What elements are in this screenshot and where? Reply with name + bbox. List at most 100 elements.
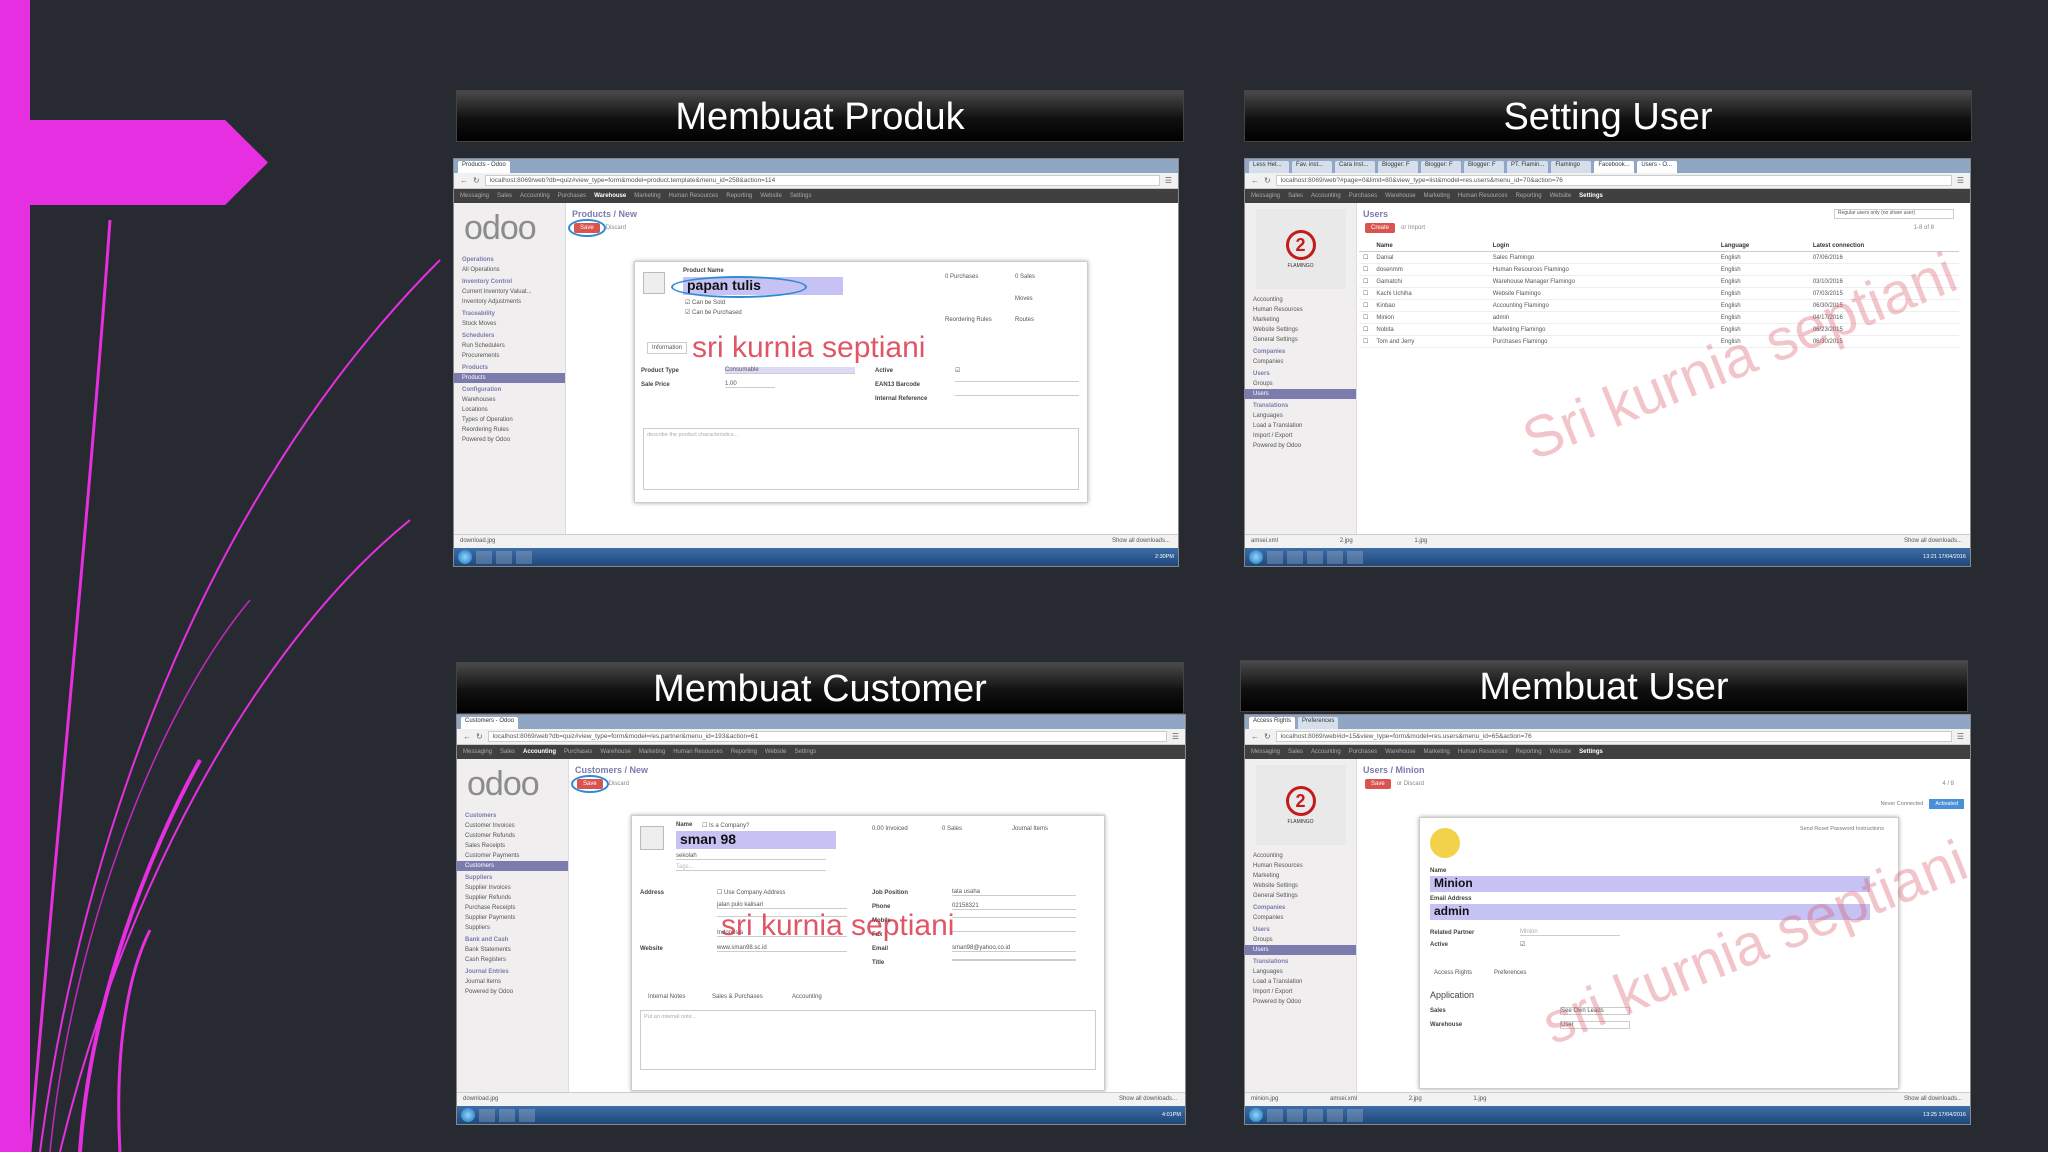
menu-item[interactable]: Accounting bbox=[523, 749, 556, 755]
search-input[interactable]: Regular users only (no share user) bbox=[1834, 209, 1954, 219]
send-reset-password-button[interactable]: Send Reset Password Instructions bbox=[1800, 826, 1884, 832]
menu-item[interactable]: Marketing bbox=[1424, 749, 1450, 755]
related-partner-field[interactable]: Minion bbox=[1520, 929, 1620, 936]
ie-icon[interactable] bbox=[1267, 550, 1283, 564]
browser-tab[interactable]: Fav. inst... bbox=[1292, 161, 1332, 173]
start-button-icon[interactable] bbox=[458, 550, 472, 564]
sidebar-item[interactable]: Powered by Odoo bbox=[457, 987, 568, 997]
download-item[interactable]: 2.jpg bbox=[1340, 538, 1353, 544]
menu-item[interactable]: Marketing bbox=[1424, 193, 1450, 199]
chrome-icon[interactable] bbox=[1327, 550, 1343, 564]
sidebar-item[interactable]: Website Settings bbox=[1245, 325, 1356, 335]
job-position-field[interactable]: tata usaha bbox=[952, 889, 1076, 896]
camera-icon[interactable] bbox=[643, 272, 665, 294]
menu-item[interactable]: Purchases bbox=[1349, 749, 1377, 755]
menu-item[interactable]: Human Resources bbox=[1458, 193, 1508, 199]
download-item[interactable]: download.jpg bbox=[463, 1096, 498, 1102]
download-item[interactable]: amsei.xml bbox=[1330, 1096, 1357, 1102]
sidebar-item[interactable]: Current Inventory Valuat... bbox=[454, 287, 565, 297]
sidebar-item[interactable]: Companies bbox=[1245, 913, 1356, 923]
tab-accounting[interactable]: Accounting bbox=[792, 994, 822, 1000]
sidebar-item[interactable]: Customer Refunds bbox=[457, 831, 568, 841]
taskbar-button[interactable] bbox=[499, 1108, 515, 1122]
breadcrumb[interactable]: Users / Minion bbox=[1359, 759, 1970, 777]
menu-item[interactable]: Purchases bbox=[1349, 193, 1377, 199]
active-checkbox[interactable]: ☑ bbox=[955, 367, 960, 374]
menu-item[interactable]: Website bbox=[760, 193, 782, 199]
url-field[interactable]: localhost:8069/web?#page=0&limit=80&view… bbox=[1275, 175, 1952, 186]
download-item[interactable]: amsei.xml bbox=[1251, 538, 1278, 544]
start-button-icon[interactable] bbox=[1249, 550, 1263, 564]
sidebar-item[interactable]: Groups bbox=[1245, 935, 1356, 945]
street-field[interactable]: jalan pulo kalisari bbox=[717, 902, 847, 909]
sidebar-item[interactable]: Purchase Receipts bbox=[457, 903, 568, 913]
row-checkbox[interactable]: ☐ bbox=[1359, 311, 1373, 324]
sidebar-item[interactable]: Import / Export bbox=[1245, 431, 1356, 441]
row-checkbox[interactable]: ☐ bbox=[1359, 275, 1373, 288]
sidebar-item[interactable]: Journal Items bbox=[457, 977, 568, 987]
tab-information[interactable]: Information bbox=[647, 342, 688, 354]
start-button-icon[interactable] bbox=[1249, 1108, 1263, 1122]
save-button[interactable]: Save bbox=[571, 775, 609, 793]
fax-field[interactable] bbox=[952, 931, 1076, 932]
phone-field[interactable]: 02158321 bbox=[952, 903, 1076, 910]
sidebar-item[interactable]: Customers bbox=[457, 861, 568, 871]
media-icon[interactable] bbox=[1307, 1108, 1323, 1122]
menu-item[interactable]: Marketing bbox=[639, 749, 665, 755]
reload-icon[interactable]: ↻ bbox=[476, 732, 483, 741]
sidebar-item[interactable]: Marketing bbox=[1245, 315, 1356, 325]
camera-icon[interactable] bbox=[640, 826, 664, 850]
show-downloads-link[interactable]: Show all downloads... bbox=[1112, 538, 1170, 544]
row-checkbox[interactable]: ☐ bbox=[1359, 335, 1373, 348]
sidebar-item[interactable]: Languages bbox=[1245, 411, 1356, 421]
sidebar-item[interactable]: Load a Translation bbox=[1245, 421, 1356, 431]
can-be-sold-checkbox[interactable]: ☑ Can be Sold bbox=[685, 299, 725, 306]
sidebar-item[interactable]: Powered by Odoo bbox=[454, 435, 565, 445]
menu-item[interactable]: Website bbox=[765, 749, 787, 755]
menu-item[interactable]: Human Resources bbox=[669, 193, 719, 199]
row-checkbox[interactable]: ☐ bbox=[1359, 251, 1373, 264]
back-icon[interactable]: ← bbox=[1251, 176, 1259, 185]
minion-avatar[interactable] bbox=[1430, 828, 1460, 858]
internal-reference-field[interactable] bbox=[955, 395, 1079, 396]
sidebar-item[interactable]: Powered by Odoo bbox=[1245, 441, 1356, 451]
menu-item[interactable]: Messaging bbox=[460, 193, 489, 199]
ean-barcode-field[interactable] bbox=[955, 381, 1079, 382]
download-item[interactable]: 1.jpg bbox=[1473, 1096, 1486, 1102]
browser-tab[interactable]: Preferences bbox=[1298, 717, 1339, 729]
product-type-select[interactable]: Consumable bbox=[725, 367, 855, 374]
sidebar-item[interactable]: Customer Payments bbox=[457, 851, 568, 861]
active-checkbox[interactable]: ☑ bbox=[1520, 941, 1525, 948]
sidebar-item[interactable]: Warehouses bbox=[454, 395, 565, 405]
sidebar-item[interactable]: Reordering Rules bbox=[454, 425, 565, 435]
sidebar-item[interactable]: Procurements bbox=[454, 351, 565, 361]
menu-item[interactable]: Warehouse bbox=[1385, 193, 1415, 199]
menu-icon[interactable]: ☰ bbox=[1172, 732, 1179, 741]
reload-icon[interactable]: ↻ bbox=[473, 176, 480, 185]
row-checkbox[interactable]: ☐ bbox=[1359, 287, 1373, 300]
tags-field[interactable]: Tags... bbox=[676, 864, 826, 871]
sidebar-item[interactable]: Supplier Invoices bbox=[457, 883, 568, 893]
create-button[interactable]: Create bbox=[1365, 223, 1396, 233]
url-field[interactable]: localhost:8069/web?db=quiz#view_type=for… bbox=[487, 731, 1167, 742]
table-row[interactable]: ☐ Danial Sales Flamingo English 07/06/2016 bbox=[1359, 251, 1959, 264]
menu-item[interactable]: Sales bbox=[1288, 193, 1303, 199]
discard-button[interactable]: or Discard bbox=[1397, 781, 1424, 787]
email-field[interactable]: sman98@yahoo.co.id bbox=[952, 945, 1076, 952]
sale-price-field[interactable]: 1.00 bbox=[725, 381, 775, 388]
reload-icon[interactable]: ↻ bbox=[1264, 732, 1271, 741]
tab-internal-notes[interactable]: Internal Notes bbox=[648, 994, 685, 1000]
can-be-purchased-checkbox[interactable]: ☑ Can be Purchased bbox=[685, 309, 742, 316]
sidebar-item[interactable]: Inventory Adjustments bbox=[454, 297, 565, 307]
save-button[interactable]: Save bbox=[568, 219, 606, 237]
sales-stat-button[interactable]: 0 Sales bbox=[1015, 274, 1035, 280]
menu-icon[interactable]: ☰ bbox=[1957, 732, 1964, 741]
menu-item[interactable]: Messaging bbox=[1251, 193, 1280, 199]
journal-items-stat-button[interactable]: Journal Items bbox=[1012, 826, 1048, 832]
start-button-icon[interactable] bbox=[461, 1108, 475, 1122]
sidebar-item[interactable]: Human Resources bbox=[1245, 305, 1356, 315]
ie-icon[interactable] bbox=[1267, 1108, 1283, 1122]
sidebar-item[interactable]: Cash Registers bbox=[457, 955, 568, 965]
browser-tab[interactable]: Cara Inst... bbox=[1335, 161, 1375, 173]
menu-item[interactable]: Sales bbox=[497, 193, 512, 199]
